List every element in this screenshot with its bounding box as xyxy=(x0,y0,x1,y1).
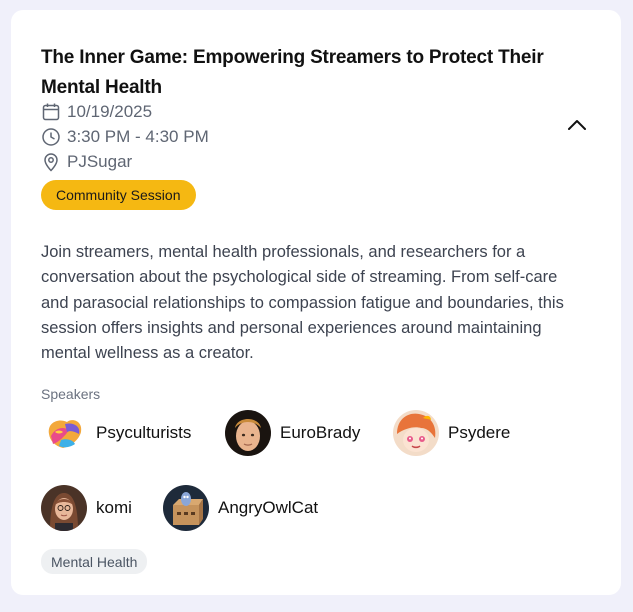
session-location-text: PJSugar xyxy=(67,152,133,171)
chevron-up-icon xyxy=(568,120,586,130)
session-date: 10/19/2025 xyxy=(41,101,152,123)
avatar xyxy=(41,410,87,456)
clock-icon xyxy=(42,128,60,146)
speaker-eurobrady[interactable]: EuroBrady xyxy=(225,410,360,456)
avatar xyxy=(393,410,439,456)
session-location: PJSugar xyxy=(41,151,132,173)
session-title: The Inner Game: Empowering Streamers to … xyxy=(41,47,544,98)
speaker-komi[interactable]: komi xyxy=(41,485,132,531)
collapse-toggle-button[interactable] xyxy=(563,113,591,137)
avatar xyxy=(41,485,87,531)
calendar-icon xyxy=(42,103,60,121)
map-pin-icon xyxy=(44,153,58,172)
session-time: 3:30 PM - 4:30 PM xyxy=(41,126,209,148)
speaker-name: Psyculturists xyxy=(96,423,192,442)
session-date-text: 10/19/2025 xyxy=(67,102,153,121)
speakers-heading: Speakers xyxy=(41,386,101,402)
speaker-psyculturists[interactable]: Psyculturists xyxy=(41,410,191,456)
speaker-name: Psydere xyxy=(448,423,511,442)
speaker-psydere[interactable]: Psydere xyxy=(393,410,510,456)
session-card: The Inner Game: Empowering Streamers to … xyxy=(11,10,621,595)
avatar xyxy=(163,485,209,531)
session-description: Join streamers, mental health profession… xyxy=(41,243,564,363)
speaker-name: AngryOwlCat xyxy=(218,498,319,517)
speaker-angryowlcat[interactable]: AngryOwlCat xyxy=(163,485,318,531)
speaker-name: komi xyxy=(96,498,132,517)
topic-tag[interactable]: Mental Health xyxy=(41,549,148,574)
avatar xyxy=(225,410,271,456)
session-time-text: 3:30 PM - 4:30 PM xyxy=(67,127,209,146)
speaker-name: EuroBrady xyxy=(280,423,361,442)
session-type-badge: Community Session xyxy=(41,180,196,210)
